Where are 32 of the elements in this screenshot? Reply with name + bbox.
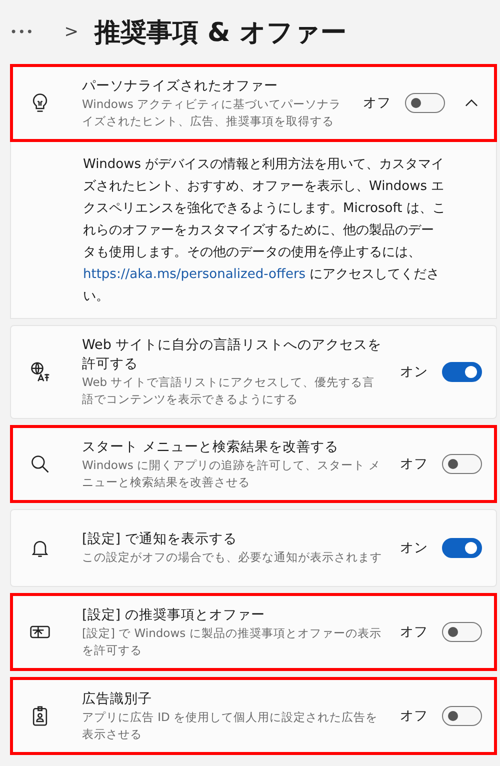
toggle-switch[interactable] xyxy=(442,622,482,642)
setting-title: [設定] で通知を表示する xyxy=(82,530,238,549)
toggle-switch[interactable] xyxy=(442,706,482,726)
toggle-switch[interactable] xyxy=(442,538,482,558)
setting-description: Web サイトで言語リストにアクセスして、優先する言語でコンテンツを表示できるようにする xyxy=(82,374,376,408)
setting-description: アプリに広告 ID を使用して個人用に設定された広告を表示させる xyxy=(82,708,379,742)
more-button[interactable]: ••• xyxy=(10,25,34,39)
setting-title: 広告識別子 xyxy=(82,690,153,708)
chevron-separator: > xyxy=(64,22,78,42)
toggle-state-label: オフ xyxy=(400,707,428,725)
setting-description: この設定がオフの場合でも、必要な通知が表示されます xyxy=(82,549,383,566)
chevron-up-icon[interactable] xyxy=(465,99,478,107)
details-paragraph: Windows がデバイスの情報と利用方法を用いて、カスタマイズされたヒント、おすすめ、オファーを表示し、Windows エクスペリエンスを強化できるようにします。Microsoft は、これらのオファーをカスタマイズするために、他の製品のデータも使用します。その他のデータの使用を停止するには、 https://aka.ms/personalized-offers にアクセスしてください。 xyxy=(83,156,446,306)
setting-title: [設定] の推奨事項とオファー xyxy=(82,606,266,624)
setting-description: [設定] で Windows に製品の推奨事項とオファーの表示を許可する xyxy=(82,624,382,658)
search-icon xyxy=(29,453,51,475)
toggle-state-label: オフ xyxy=(400,623,428,641)
setting-description: Windows アクティビティに基づいてパーソナライズされたヒント、広告、推奨事項を取得する xyxy=(82,96,342,130)
setting-title: パーソナライズされたオファー xyxy=(82,76,279,96)
toggle-state-label: オン xyxy=(400,539,428,557)
toggle-state-label: オフ xyxy=(363,94,391,112)
page-title: 推奨事項 & オファー xyxy=(94,16,346,50)
language-icon xyxy=(29,361,51,383)
setting-description: Windows に開くアプリの追跡を許可して、スタート メニューと検索結果を改善させる xyxy=(82,456,382,490)
toggle-state-label: オフ xyxy=(400,455,428,473)
toggle-switch[interactable] xyxy=(405,93,445,113)
setting-title: スタート メニューと検索結果を改善する xyxy=(82,438,340,456)
toggle-switch[interactable] xyxy=(442,454,482,474)
toggle-state-label: オン xyxy=(400,363,428,381)
privacy-link[interactable]: https://aka.ms/personalized-offers xyxy=(83,267,306,282)
setting-title: Web サイトに自分の言語リストへのアクセスを許可する xyxy=(82,336,383,374)
toggle-switch[interactable] xyxy=(442,362,482,382)
